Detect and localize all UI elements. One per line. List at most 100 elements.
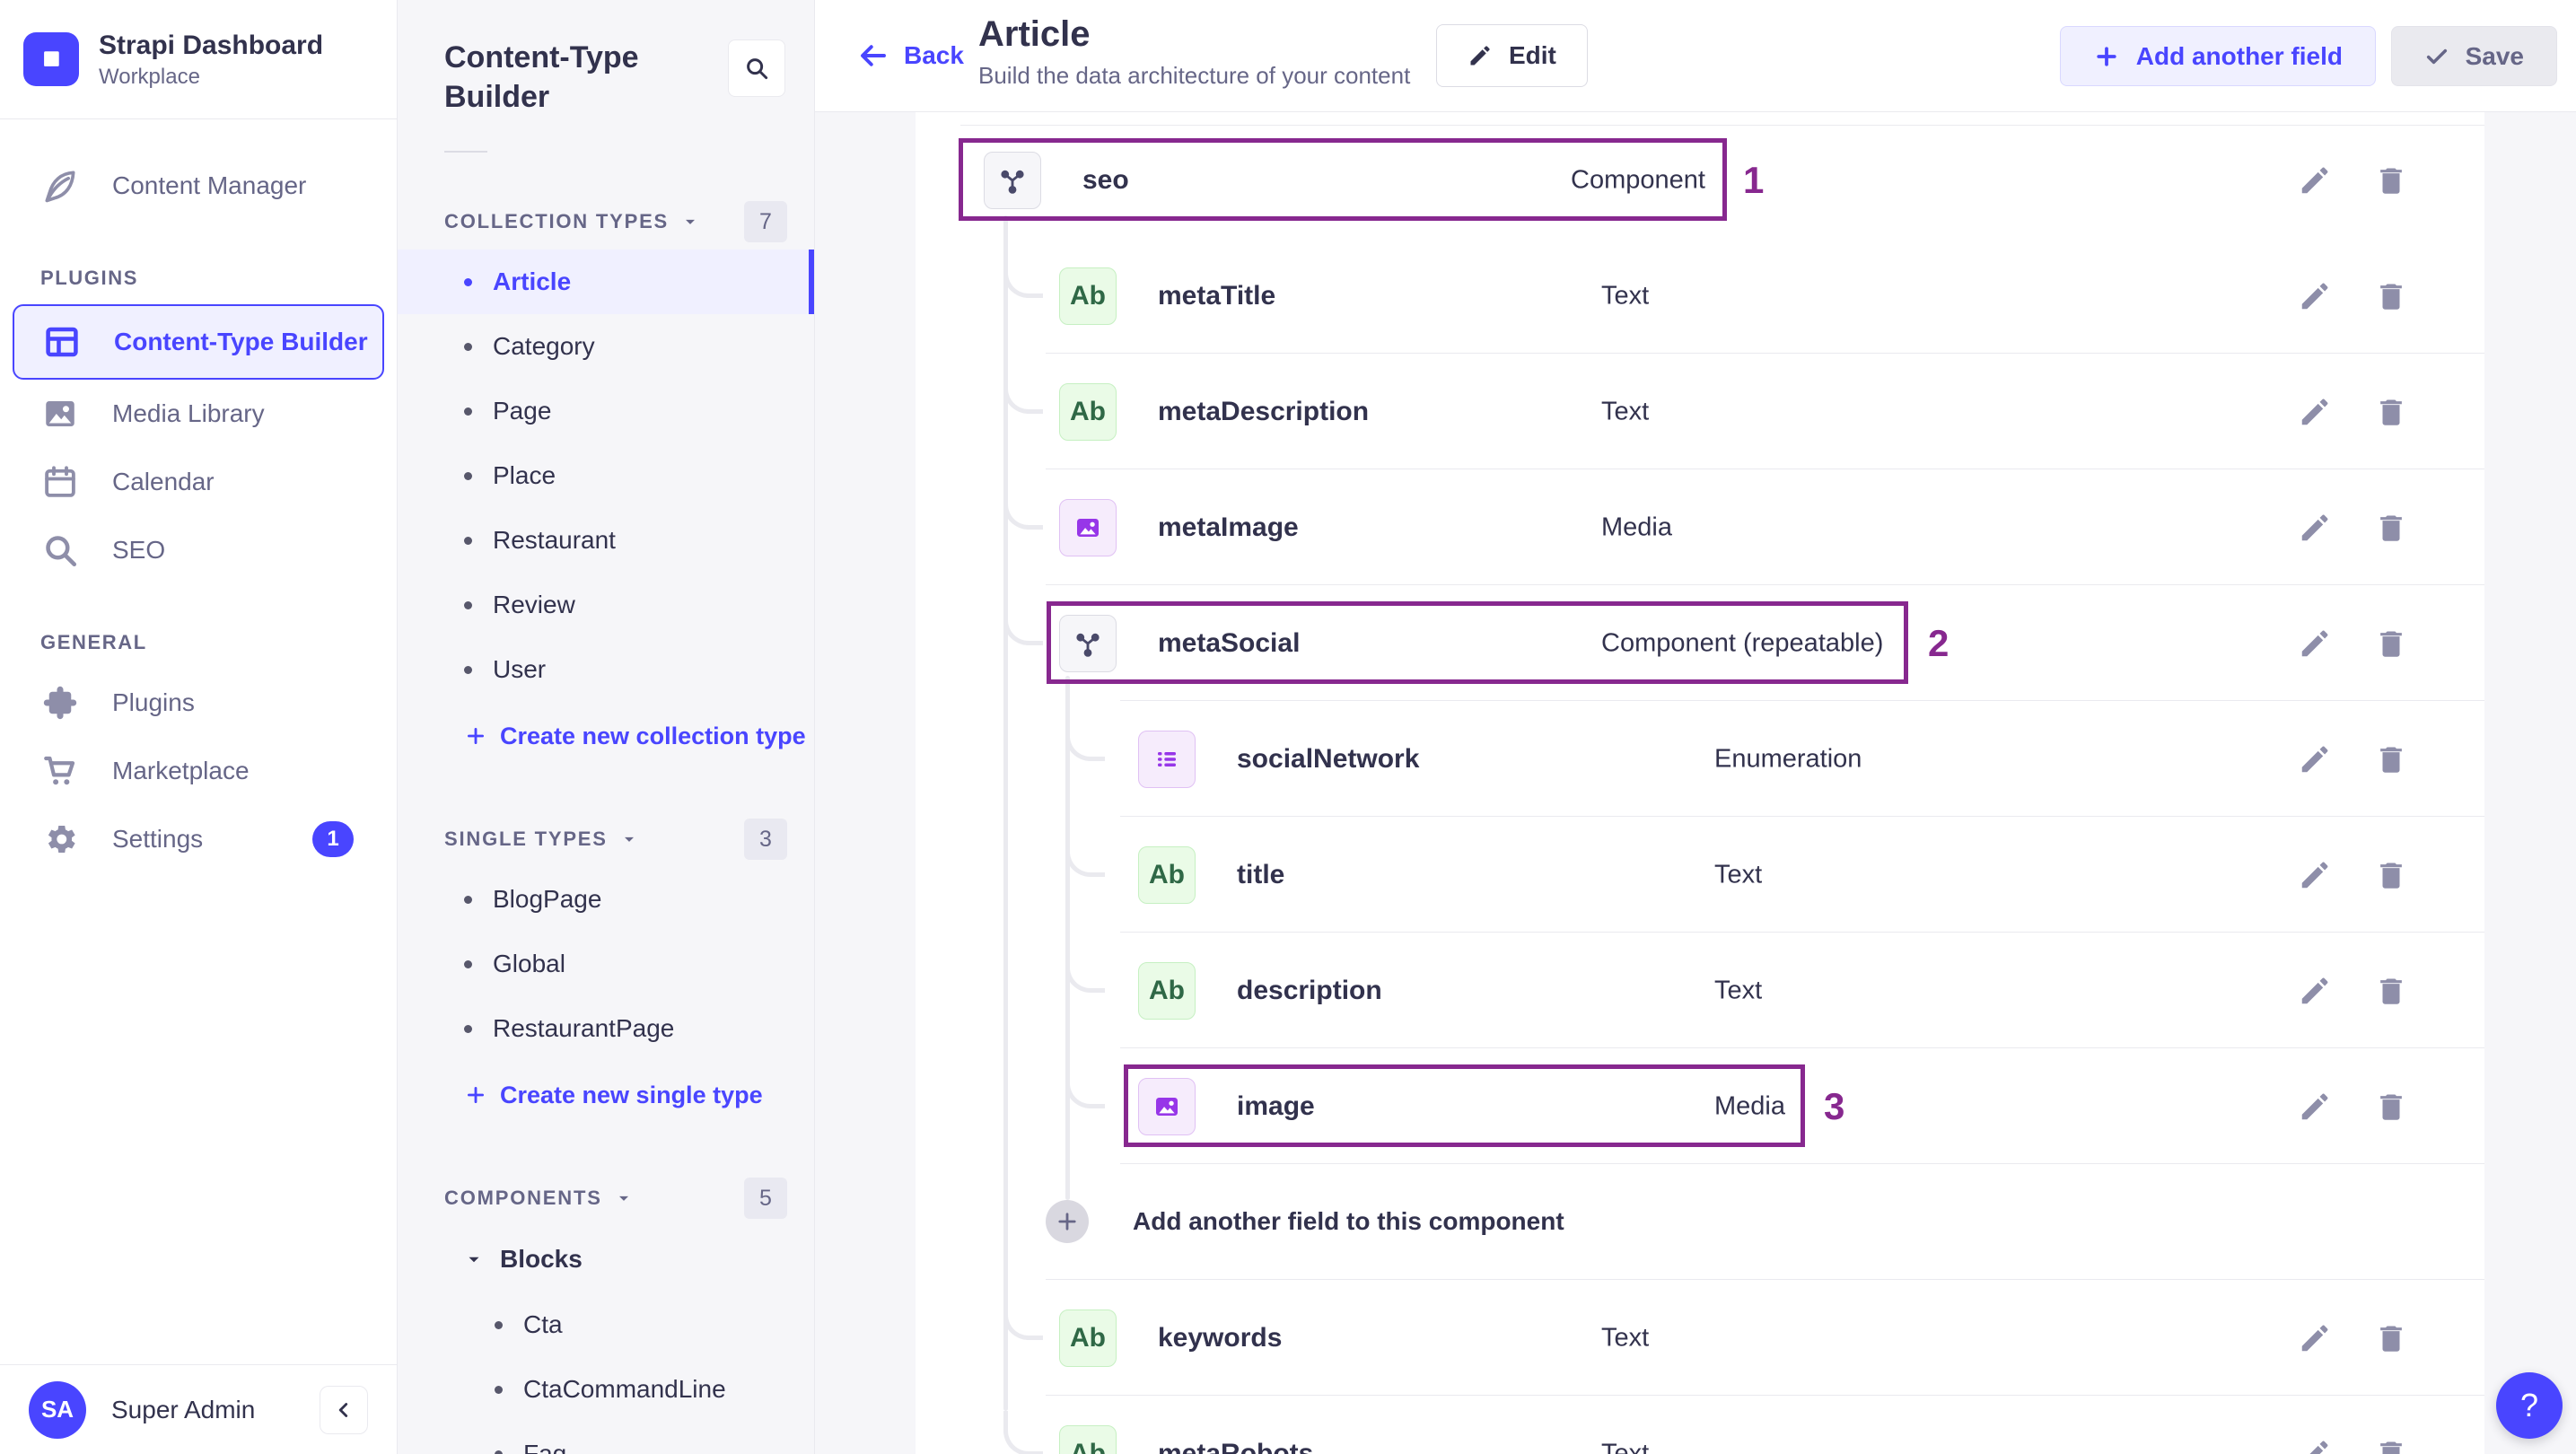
text-field-icon: Ab xyxy=(1059,267,1117,325)
delete-field-button[interactable] xyxy=(2374,742,2408,776)
save-button[interactable]: Save xyxy=(2390,26,2557,86)
component-cta[interactable]: Cta xyxy=(398,1292,814,1357)
edit-field-button[interactable] xyxy=(2298,1437,2332,1454)
search-button[interactable] xyxy=(728,39,785,97)
help-button[interactable]: ? xyxy=(2496,1372,2563,1439)
collection-type-place[interactable]: Place xyxy=(398,443,814,508)
text-field-icon: Ab xyxy=(1059,1424,1117,1454)
nav-plugins[interactable]: Plugins xyxy=(0,669,397,737)
edit-button[interactable]: Edit xyxy=(1436,24,1588,87)
nav-marketplace[interactable]: Marketplace xyxy=(0,737,397,805)
delete-field-button[interactable] xyxy=(2374,1437,2408,1454)
enumeration-field-icon xyxy=(1138,730,1196,788)
edit-field-button[interactable] xyxy=(2298,163,2332,197)
field-type: Text xyxy=(1601,1323,1650,1352)
nav-content-manager[interactable]: Content Manager xyxy=(0,152,397,220)
collection-type-restaurant[interactable]: Restaurant xyxy=(398,508,814,573)
delete-field-button[interactable] xyxy=(2374,1321,2408,1355)
seo-search-icon xyxy=(40,530,80,570)
edit-field-button[interactable] xyxy=(2298,858,2332,892)
field-name: metaImage xyxy=(1158,512,1299,542)
nav-media-library[interactable]: Media Library xyxy=(0,380,397,448)
components-toggle[interactable]: COMPONENTS xyxy=(444,1187,633,1210)
workspace-header[interactable]: Strapi Dashboard Workplace xyxy=(0,0,397,119)
field-row-metatitle: Ab metaTitle Text xyxy=(916,238,2484,354)
single-types-toggle[interactable]: SINGLE TYPES xyxy=(444,828,638,851)
delete-field-button[interactable] xyxy=(2374,858,2408,892)
collection-type-review[interactable]: Review xyxy=(398,573,814,637)
nav-seo[interactable]: SEO xyxy=(0,516,397,584)
workspace-name: Workplace xyxy=(99,64,200,89)
delete-field-button[interactable] xyxy=(2374,511,2408,545)
strapi-app: Strapi Dashboard Workplace Content Manag… xyxy=(0,0,2576,1454)
add-another-field-button[interactable]: Add another field xyxy=(2059,26,2376,86)
main-sidebar: Strapi Dashboard Workplace Content Manag… xyxy=(0,0,398,1454)
delete-field-button[interactable] xyxy=(2374,395,2408,429)
field-name: metaDescription xyxy=(1158,396,1370,426)
single-type-restaurantpage[interactable]: RestaurantPage xyxy=(398,996,814,1061)
collapse-sidebar-button[interactable] xyxy=(320,1385,368,1434)
search-icon xyxy=(747,58,768,80)
edit-field-button[interactable] xyxy=(2298,1090,2332,1124)
field-type: Component xyxy=(1571,165,1705,194)
collection-types-count: 7 xyxy=(744,201,787,243)
delete-field-button[interactable] xyxy=(2374,626,2408,661)
page-header: Back Article Build the data architecture… xyxy=(815,0,2576,112)
create-single-type-link[interactable]: Create new single type xyxy=(398,1061,814,1129)
nav-calendar[interactable]: Calendar xyxy=(0,448,397,516)
edit-field-button[interactable] xyxy=(2298,511,2332,545)
caret-down-icon xyxy=(469,1257,479,1263)
components-header: COMPONENTS 5 xyxy=(444,1178,787,1220)
nav-label: Media Library xyxy=(112,399,265,427)
create-collection-type-link[interactable]: Create new collection type xyxy=(398,702,814,770)
collection-types-toggle[interactable]: COLLECTION TYPES xyxy=(444,210,699,233)
delete-field-button[interactable] xyxy=(2374,163,2408,197)
collection-types-list: Article Category Page Place Restaurant R… xyxy=(398,250,814,702)
add-field-to-component-button[interactable] xyxy=(1046,1200,1089,1243)
single-types-list: BlogPage Global RestaurantPage xyxy=(398,867,814,1061)
component-faq[interactable]: Faq xyxy=(398,1422,814,1454)
single-type-global[interactable]: Global xyxy=(398,932,814,996)
field-row-keywords: Ab keywords Text xyxy=(916,1280,2484,1396)
component-group-blocks[interactable]: Blocks xyxy=(398,1226,814,1292)
content-manager-icon xyxy=(40,166,80,206)
delete-field-button[interactable] xyxy=(2374,974,2408,1008)
delete-field-button[interactable] xyxy=(2374,279,2408,313)
field-name: title xyxy=(1237,859,1285,889)
user-name: Super Admin xyxy=(111,1395,256,1423)
content-type-builder-icon xyxy=(42,322,82,362)
field-type: Component (repeatable) xyxy=(1601,628,1884,657)
fields-list: seo Component Ab metaTitle Text Ab metaD… xyxy=(916,122,2484,1454)
nav-content-type-builder[interactable]: Content-Type Builder xyxy=(13,304,384,380)
edit-field-button[interactable] xyxy=(2298,742,2332,776)
nav-label: Calendar xyxy=(112,468,215,495)
edit-field-button[interactable] xyxy=(2298,626,2332,661)
nav-label: Content-Type Builder xyxy=(114,328,368,355)
edit-field-button[interactable] xyxy=(2298,395,2332,429)
field-row-metasocial: metaSocial Component (repeatable) xyxy=(916,585,2484,701)
avatar: SA xyxy=(29,1380,86,1439)
edit-field-button[interactable] xyxy=(2298,974,2332,1008)
delete-field-button[interactable] xyxy=(2374,1090,2408,1124)
add-field-to-component-label[interactable]: Add another field to this component xyxy=(1133,1207,1564,1236)
edit-field-button[interactable] xyxy=(2298,1321,2332,1355)
collection-type-article[interactable]: Article xyxy=(398,250,814,315)
nav-settings[interactable]: Settings 1 xyxy=(0,805,397,873)
nav-label: SEO xyxy=(112,536,166,564)
edit-field-button[interactable] xyxy=(2298,279,2332,313)
divider xyxy=(444,151,487,153)
collection-type-page[interactable]: Page xyxy=(398,379,814,443)
back-button[interactable]: Back xyxy=(857,39,964,72)
collection-type-category[interactable]: Category xyxy=(398,314,814,379)
single-type-blogpage[interactable]: BlogPage xyxy=(398,867,814,932)
main-area: Back Article Build the data architecture… xyxy=(815,0,2576,1454)
components-count: 5 xyxy=(744,1178,787,1220)
components-list: Cta CtaCommandLine Faq Features xyxy=(398,1292,814,1454)
nav-label: Marketplace xyxy=(112,757,250,784)
component-ctacommandline[interactable]: CtaCommandLine xyxy=(398,1357,814,1422)
main-nav: Content Manager PLUGINS Content-Type Bui… xyxy=(0,119,397,1364)
component-field-icon xyxy=(1059,614,1117,672)
nav-section-general: GENERAL xyxy=(40,631,147,653)
collection-type-user[interactable]: User xyxy=(398,637,814,702)
single-types-header: SINGLE TYPES 3 xyxy=(444,819,787,861)
